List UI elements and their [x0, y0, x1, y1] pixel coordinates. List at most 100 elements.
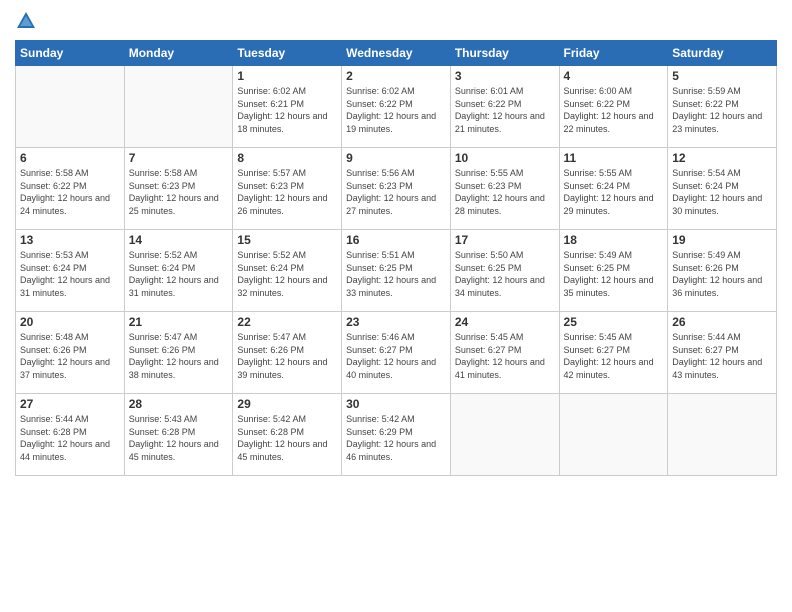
calendar-cell: 3Sunrise: 6:01 AMSunset: 6:22 PMDaylight…	[450, 66, 559, 148]
calendar-cell: 1 Sunrise: 6:02 AMSunset: 6:21 PMDaylight…	[233, 66, 342, 148]
calendar-cell: 6 Sunrise: 5:58 AMSunset: 6:22 PMDaylight…	[16, 148, 125, 230]
day-number: 25	[564, 315, 664, 329]
day-number: 5	[672, 69, 772, 83]
day-of-week-header: Monday	[124, 41, 233, 66]
calendar-cell: 26 Sunrise: 5:44 AMSunset: 6:27 PMDayligh…	[668, 312, 777, 394]
calendar-cell: 13 Sunrise: 5:53 AMSunset: 6:24 PMDayligh…	[16, 230, 125, 312]
calendar-cell: 11Sunrise: 5:55 AMSunset: 6:24 PMDayligh…	[559, 148, 668, 230]
day-info: Sunrise: 5:44 AMSunset: 6:27 PMDaylight:…	[672, 331, 772, 381]
day-number: 24	[455, 315, 555, 329]
day-of-week-header: Sunday	[16, 41, 125, 66]
day-number: 4	[564, 69, 664, 83]
day-number: 17	[455, 233, 555, 247]
day-number: 23	[346, 315, 446, 329]
day-info: Sunrise: 6:02 AMSunset: 6:21 PMDaylight:…	[237, 85, 337, 135]
calendar-week-row: 6 Sunrise: 5:58 AMSunset: 6:22 PMDaylight…	[16, 148, 777, 230]
header	[15, 10, 777, 32]
day-of-week-header: Saturday	[668, 41, 777, 66]
calendar-cell: 30 Sunrise: 5:42 AMSunset: 6:29 PMDayligh…	[342, 394, 451, 476]
calendar-cell: 7 Sunrise: 5:58 AMSunset: 6:23 PMDaylight…	[124, 148, 233, 230]
calendar-cell: 5 Sunrise: 5:59 AMSunset: 6:22 PMDaylight…	[668, 66, 777, 148]
day-number: 9	[346, 151, 446, 165]
day-number: 30	[346, 397, 446, 411]
calendar-cell: 17Sunrise: 5:50 AMSunset: 6:25 PMDayligh…	[450, 230, 559, 312]
calendar-cell: 9Sunrise: 5:56 AMSunset: 6:23 PMDaylight…	[342, 148, 451, 230]
calendar-cell: 12 Sunrise: 5:54 AMSunset: 6:24 PMDayligh…	[668, 148, 777, 230]
day-info: Sunrise: 5:58 AMSunset: 6:23 PMDaylight:…	[129, 167, 229, 217]
day-info: Sunrise: 5:47 AMSunset: 6:26 PMDaylight:…	[129, 331, 229, 381]
calendar-cell	[668, 394, 777, 476]
calendar-week-row: 27Sunrise: 5:44 AMSunset: 6:28 PMDayligh…	[16, 394, 777, 476]
day-number: 2	[346, 69, 446, 83]
day-of-week-header: Friday	[559, 41, 668, 66]
day-info: Sunrise: 6:01 AMSunset: 6:22 PMDaylight:…	[455, 85, 555, 135]
calendar-cell	[16, 66, 125, 148]
calendar-week-row: 1 Sunrise: 6:02 AMSunset: 6:21 PMDaylight…	[16, 66, 777, 148]
day-info: Sunrise: 5:51 AMSunset: 6:25 PMDaylight:…	[346, 249, 446, 299]
logo-icon	[15, 10, 37, 32]
day-info: Sunrise: 5:43 AMSunset: 6:28 PMDaylight:…	[129, 413, 229, 463]
day-info: Sunrise: 5:42 AMSunset: 6:28 PMDaylight:…	[237, 413, 337, 463]
calendar-cell: 10 Sunrise: 5:55 AMSunset: 6:23 PMDayligh…	[450, 148, 559, 230]
calendar-cell	[559, 394, 668, 476]
calendar-cell: 27Sunrise: 5:44 AMSunset: 6:28 PMDayligh…	[16, 394, 125, 476]
calendar-cell: 19 Sunrise: 5:49 AMSunset: 6:26 PMDayligh…	[668, 230, 777, 312]
day-number: 27	[20, 397, 120, 411]
page: SundayMondayTuesdayWednesdayThursdayFrid…	[0, 0, 792, 612]
calendar-cell	[450, 394, 559, 476]
day-number: 18	[564, 233, 664, 247]
day-number: 13	[20, 233, 120, 247]
calendar-cell: 22 Sunrise: 5:47 AMSunset: 6:26 PMDayligh…	[233, 312, 342, 394]
day-number: 21	[129, 315, 229, 329]
calendar-week-row: 20 Sunrise: 5:48 AMSunset: 6:26 PMDayligh…	[16, 312, 777, 394]
day-number: 14	[129, 233, 229, 247]
day-info: Sunrise: 5:42 AMSunset: 6:29 PMDaylight:…	[346, 413, 446, 463]
day-info: Sunrise: 5:46 AMSunset: 6:27 PMDaylight:…	[346, 331, 446, 381]
day-number: 19	[672, 233, 772, 247]
calendar-table: SundayMondayTuesdayWednesdayThursdayFrid…	[15, 40, 777, 476]
calendar-cell: 20 Sunrise: 5:48 AMSunset: 6:26 PMDayligh…	[16, 312, 125, 394]
calendar-cell: 8 Sunrise: 5:57 AMSunset: 6:23 PMDaylight…	[233, 148, 342, 230]
calendar-cell: 21 Sunrise: 5:47 AMSunset: 6:26 PMDayligh…	[124, 312, 233, 394]
day-info: Sunrise: 6:00 AMSunset: 6:22 PMDaylight:…	[564, 85, 664, 135]
calendar-cell: 4 Sunrise: 6:00 AMSunset: 6:22 PMDaylight…	[559, 66, 668, 148]
calendar-cell: 28Sunrise: 5:43 AMSunset: 6:28 PMDayligh…	[124, 394, 233, 476]
day-info: Sunrise: 5:54 AMSunset: 6:24 PMDaylight:…	[672, 167, 772, 217]
day-info: Sunrise: 5:49 AMSunset: 6:25 PMDaylight:…	[564, 249, 664, 299]
day-number: 22	[237, 315, 337, 329]
calendar-cell: 16 Sunrise: 5:51 AMSunset: 6:25 PMDayligh…	[342, 230, 451, 312]
day-info: Sunrise: 5:57 AMSunset: 6:23 PMDaylight:…	[237, 167, 337, 217]
day-number: 20	[20, 315, 120, 329]
calendar-cell: 23 Sunrise: 5:46 AMSunset: 6:27 PMDayligh…	[342, 312, 451, 394]
day-of-week-header: Wednesday	[342, 41, 451, 66]
day-info: Sunrise: 5:45 AMSunset: 6:27 PMDaylight:…	[455, 331, 555, 381]
day-number: 6	[20, 151, 120, 165]
day-number: 1	[237, 69, 337, 83]
day-info: Sunrise: 5:55 AMSunset: 6:23 PMDaylight:…	[455, 167, 555, 217]
day-info: Sunrise: 5:49 AMSunset: 6:26 PMDaylight:…	[672, 249, 772, 299]
calendar-cell: 2Sunrise: 6:02 AMSunset: 6:22 PMDaylight…	[342, 66, 451, 148]
day-number: 12	[672, 151, 772, 165]
day-number: 7	[129, 151, 229, 165]
day-info: Sunrise: 5:52 AMSunset: 6:24 PMDaylight:…	[129, 249, 229, 299]
day-number: 15	[237, 233, 337, 247]
day-info: Sunrise: 5:59 AMSunset: 6:22 PMDaylight:…	[672, 85, 772, 135]
day-number: 8	[237, 151, 337, 165]
calendar-cell: 14 Sunrise: 5:52 AMSunset: 6:24 PMDayligh…	[124, 230, 233, 312]
calendar-header-row: SundayMondayTuesdayWednesdayThursdayFrid…	[16, 41, 777, 66]
day-of-week-header: Tuesday	[233, 41, 342, 66]
day-info: Sunrise: 5:53 AMSunset: 6:24 PMDaylight:…	[20, 249, 120, 299]
calendar-cell: 18 Sunrise: 5:49 AMSunset: 6:25 PMDayligh…	[559, 230, 668, 312]
day-number: 26	[672, 315, 772, 329]
day-number: 16	[346, 233, 446, 247]
day-info: Sunrise: 5:47 AMSunset: 6:26 PMDaylight:…	[237, 331, 337, 381]
day-info: Sunrise: 5:48 AMSunset: 6:26 PMDaylight:…	[20, 331, 120, 381]
calendar-week-row: 13 Sunrise: 5:53 AMSunset: 6:24 PMDayligh…	[16, 230, 777, 312]
day-number: 11	[564, 151, 664, 165]
day-number: 10	[455, 151, 555, 165]
day-info: Sunrise: 5:58 AMSunset: 6:22 PMDaylight:…	[20, 167, 120, 217]
calendar-cell: 29Sunrise: 5:42 AMSunset: 6:28 PMDayligh…	[233, 394, 342, 476]
calendar-cell	[124, 66, 233, 148]
calendar-cell: 15Sunrise: 5:52 AMSunset: 6:24 PMDayligh…	[233, 230, 342, 312]
calendar-cell: 25Sunrise: 5:45 AMSunset: 6:27 PMDayligh…	[559, 312, 668, 394]
